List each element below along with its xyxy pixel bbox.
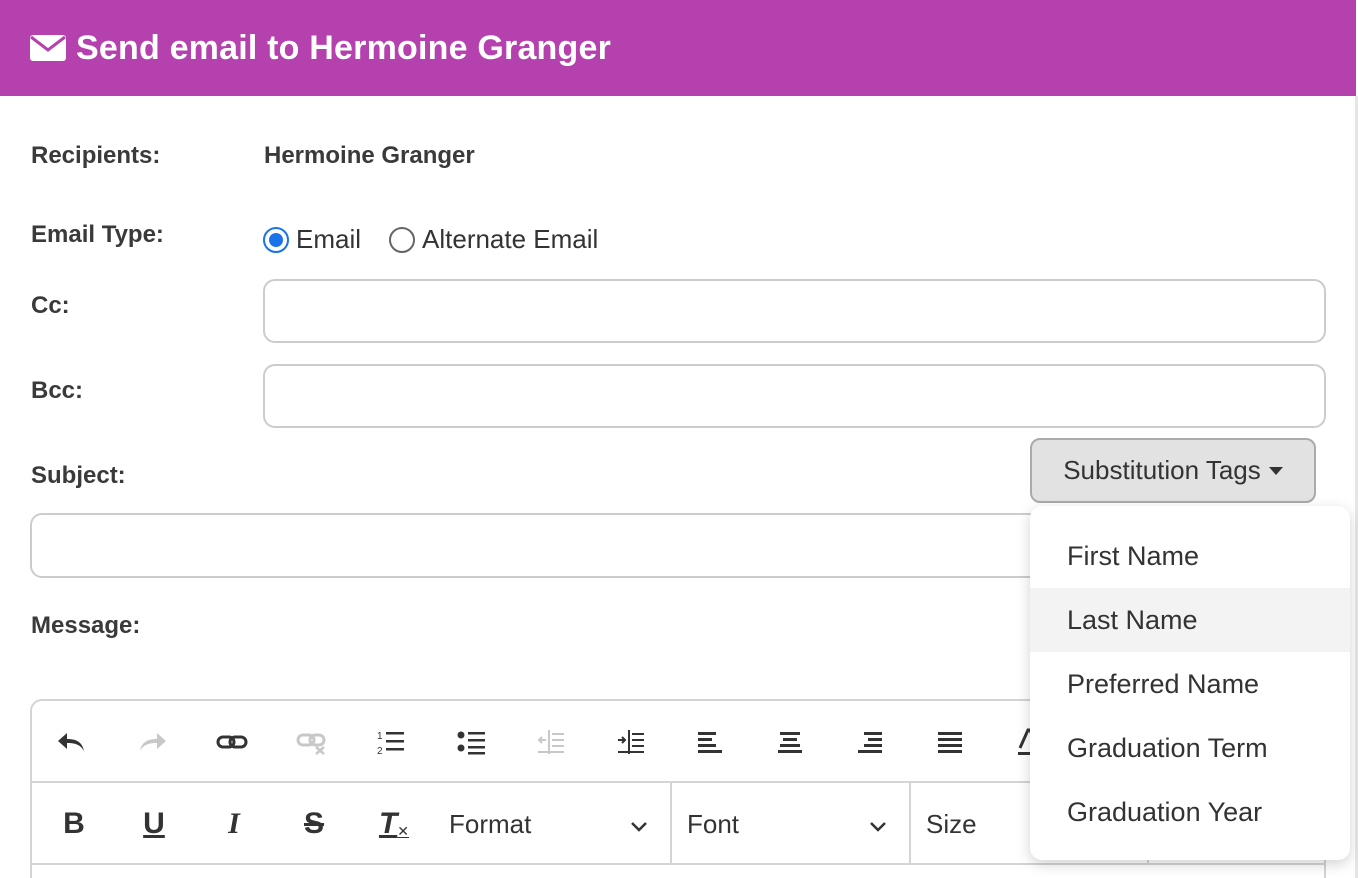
menu-item-graduation-year[interactable]: Graduation Year — [1030, 780, 1350, 844]
strikethrough-button[interactable]: S — [274, 783, 354, 865]
chevron-down-icon — [869, 809, 887, 840]
dialog-title: Send email to Hermoine Granger — [76, 28, 612, 67]
recipients-value: Hermoine Granger — [264, 142, 475, 169]
envelope-icon — [30, 35, 66, 61]
alternate-email-radio[interactable] — [389, 226, 416, 253]
menu-item-preferred-name[interactable]: Preferred Name — [1030, 652, 1350, 716]
substitution-tags-menu: First Name Last Name Preferred Name Grad… — [1030, 506, 1350, 860]
caret-down-icon — [1268, 466, 1283, 475]
unlink-icon[interactable] — [294, 717, 374, 767]
message-label: Message: — [31, 612, 141, 639]
clear-formatting-button[interactable]: T ✕ — [354, 783, 434, 865]
subject-label: Subject: — [31, 462, 126, 489]
dialog-header: Send email to Hermoine Granger — [0, 0, 1356, 96]
email-type-radio-group: Email Alternate Email — [263, 224, 626, 255]
menu-item-graduation-term[interactable]: Graduation Term — [1030, 716, 1350, 780]
substitution-tags-label: Substitution Tags — [1063, 455, 1261, 485]
svg-text:1: 1 — [377, 731, 383, 742]
menu-item-last-name[interactable]: Last Name — [1030, 588, 1350, 652]
toolbar-divider — [32, 863, 1324, 865]
bulleted-list-icon[interactable] — [454, 717, 534, 767]
justify-icon[interactable] — [934, 717, 1014, 767]
undo-icon[interactable] — [54, 717, 134, 767]
link-icon[interactable] — [214, 717, 294, 767]
align-center-icon[interactable] — [774, 717, 854, 767]
recipients-label: Recipients: — [31, 142, 161, 169]
increase-indent-icon[interactable] — [614, 717, 694, 767]
substitution-tags-button[interactable]: Substitution Tags — [1030, 438, 1316, 503]
align-right-icon[interactable] — [854, 717, 934, 767]
format-select-label: Format — [449, 808, 532, 839]
clear-formatting-label: T — [378, 807, 398, 840]
italic-button[interactable]: I — [194, 783, 274, 865]
size-select-label: Size — [926, 808, 977, 839]
bcc-input[interactable] — [263, 364, 1326, 428]
menu-item-first-name[interactable]: First Name — [1030, 524, 1350, 588]
decrease-indent-icon[interactable] — [534, 717, 614, 767]
underline-button[interactable]: U — [114, 783, 194, 865]
numbered-list-icon[interactable]: 12 — [374, 717, 454, 767]
redo-icon[interactable] — [134, 717, 214, 767]
format-select[interactable]: Format — [434, 783, 672, 865]
font-select-label: Font — [687, 808, 740, 839]
bold-button[interactable]: B — [34, 783, 114, 865]
email-radio-label[interactable]: Email — [296, 224, 361, 255]
bcc-label: Bcc: — [31, 377, 84, 404]
chevron-down-icon — [630, 809, 648, 840]
cc-input[interactable] — [263, 279, 1326, 343]
email-type-label: Email Type: — [31, 221, 164, 248]
email-radio[interactable] — [263, 226, 289, 253]
align-left-icon[interactable] — [694, 717, 774, 767]
svg-text:2: 2 — [377, 746, 383, 756]
font-select[interactable]: Font — [672, 783, 911, 865]
cc-label: Cc: — [31, 292, 70, 319]
remove-format-icon: ✕ — [397, 822, 410, 839]
alternate-email-radio-label[interactable]: Alternate Email — [422, 224, 598, 255]
